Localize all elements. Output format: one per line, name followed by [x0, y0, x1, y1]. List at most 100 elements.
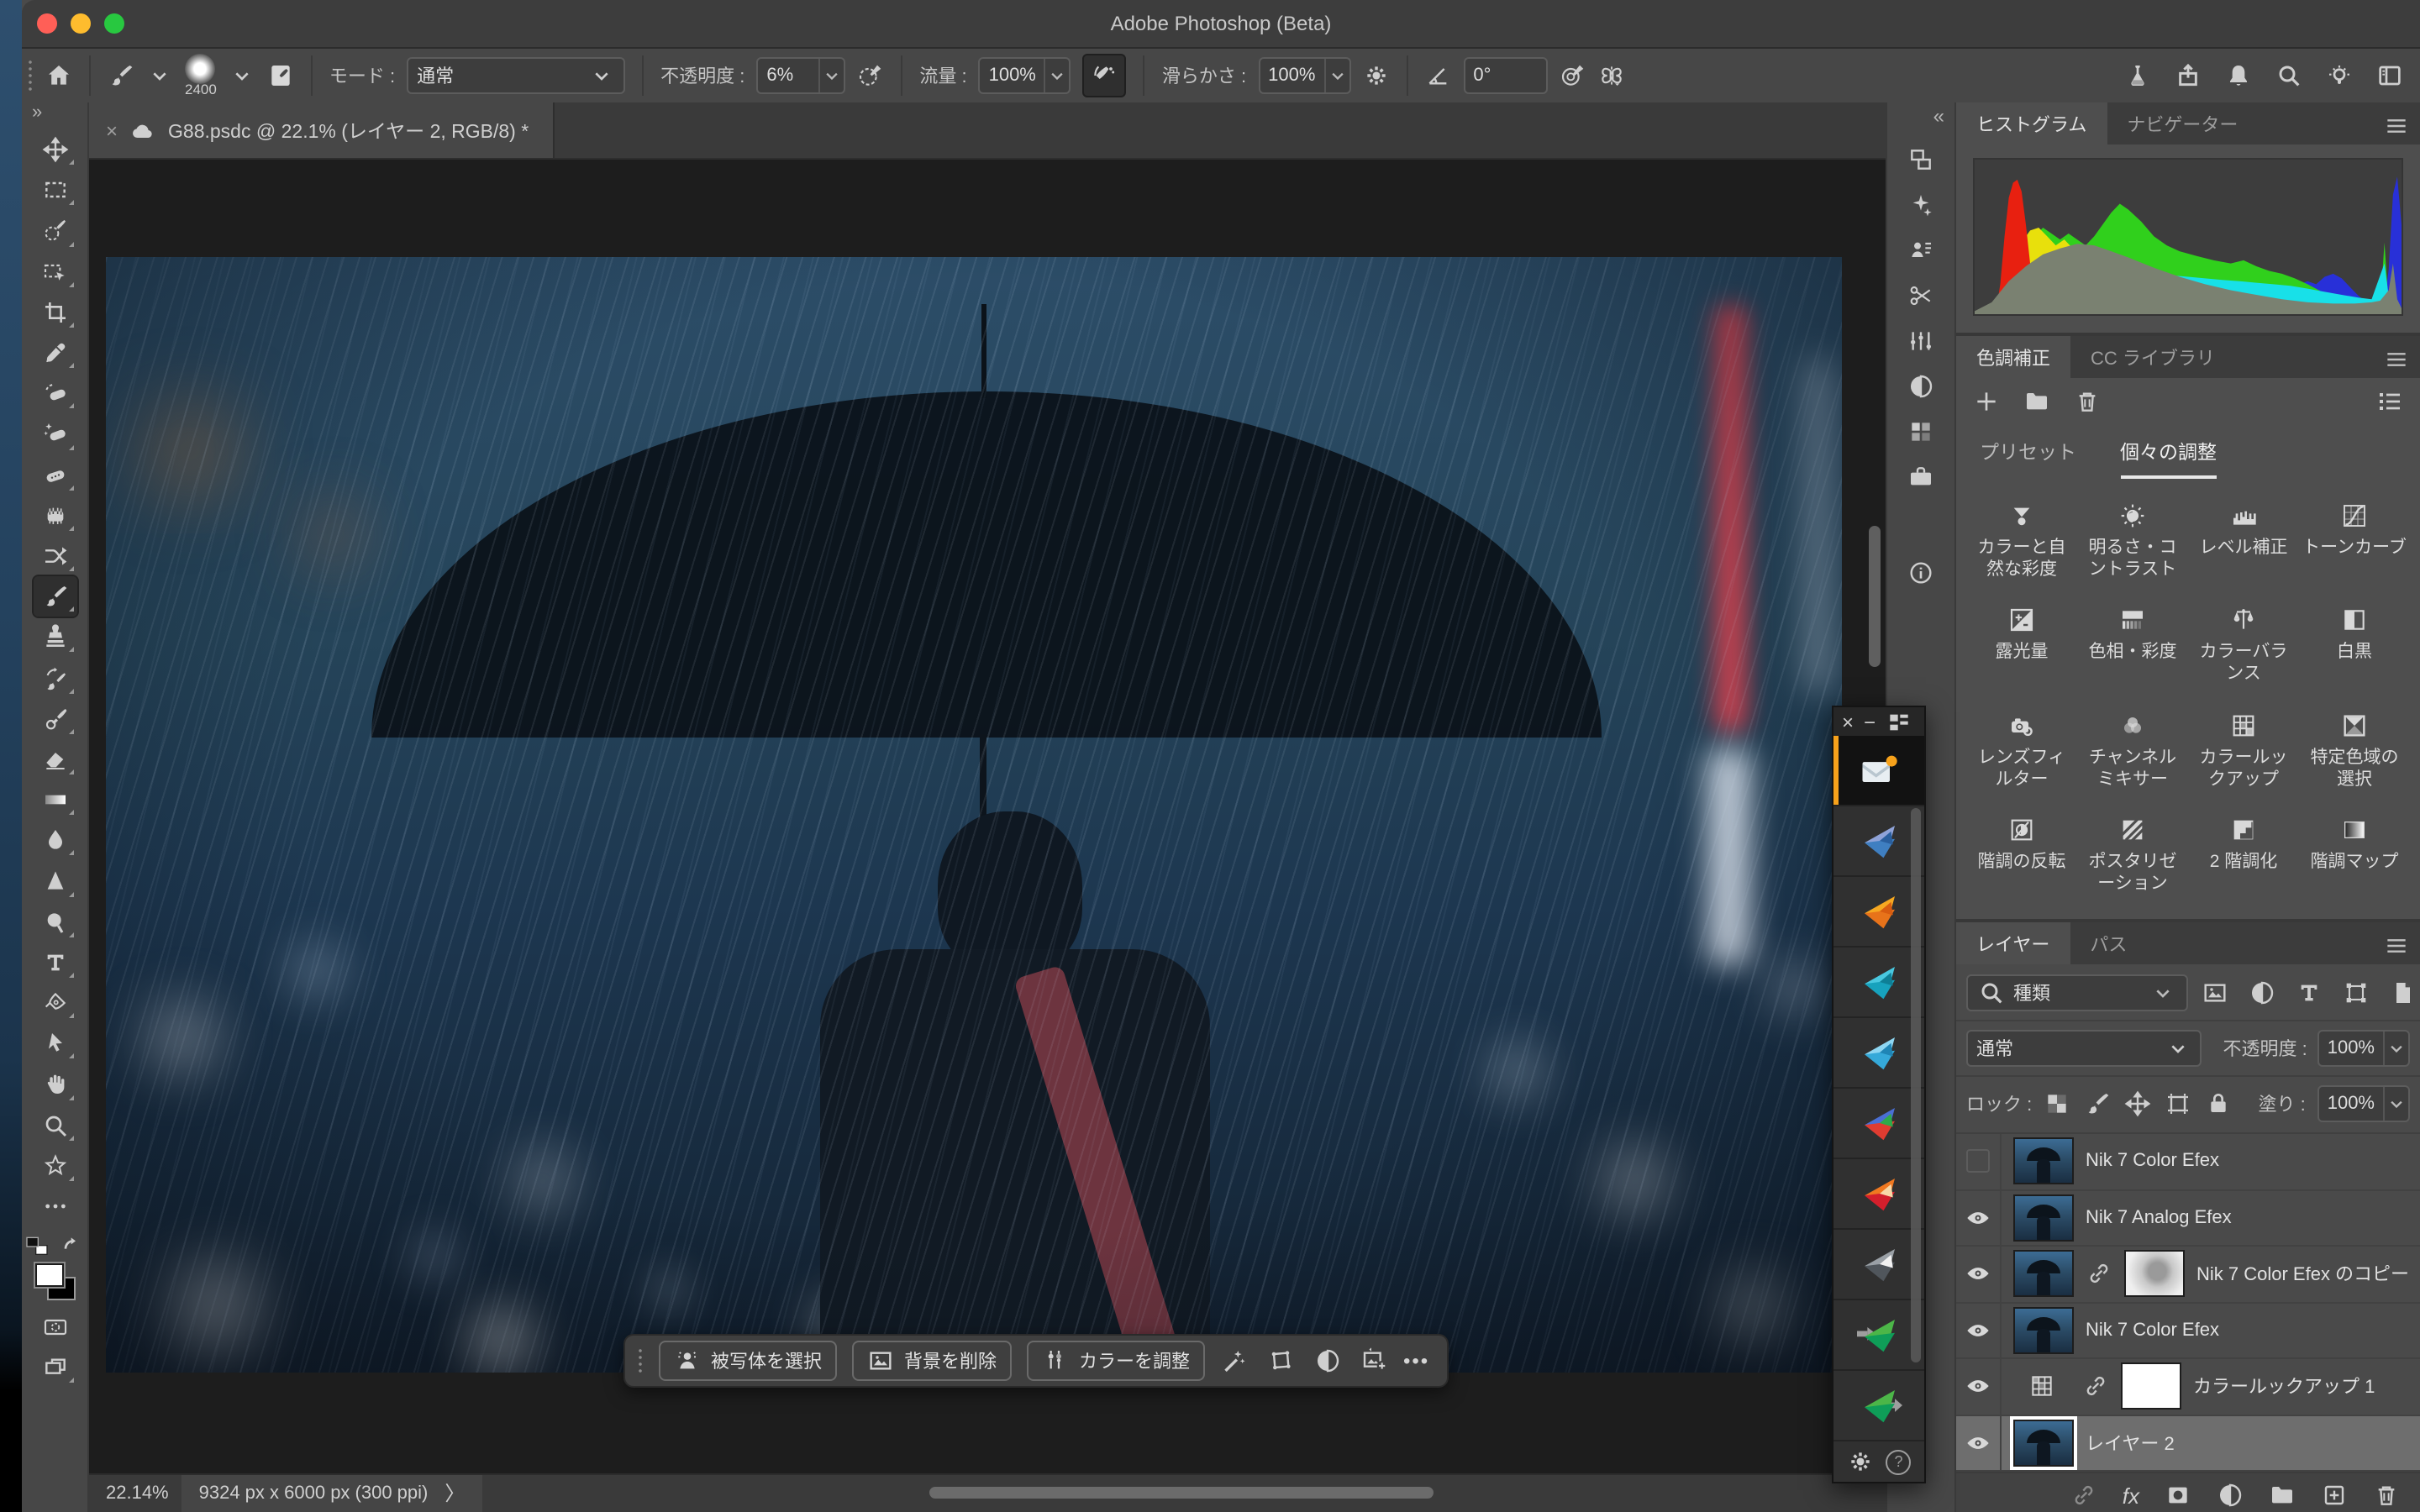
collapsed-panel-adjust[interactable] [1899, 363, 1943, 408]
chevron-down-icon[interactable] [229, 62, 255, 89]
brush-angle-field[interactable]: 0° [1463, 57, 1547, 94]
new-layer-icon[interactable] [2321, 1482, 2348, 1509]
adj-brightness-contrast[interactable]: 明るさ・コントラスト [2077, 499, 2188, 582]
collapsed-panel-actions[interactable] [1899, 272, 1943, 318]
canvas-image[interactable] [106, 257, 1842, 1373]
adj-exposure[interactable]: 露光量 [1966, 604, 2077, 687]
eyedropper-tool[interactable] [33, 333, 76, 373]
adj-gradient-map[interactable]: 階調マップ [2299, 813, 2410, 896]
delete-layer-icon[interactable] [2373, 1482, 2400, 1509]
histogram-tab-0[interactable]: ヒストグラム [1956, 102, 2107, 144]
transform-icon[interactable] [1267, 1347, 1294, 1374]
layer-name[interactable]: Nik 7 Analog Efex [2086, 1208, 2232, 1228]
layer-name[interactable]: Nik 7 Color Efex [2086, 1320, 2219, 1341]
swap-colors-icon[interactable] [59, 1233, 86, 1260]
layer-thumbnail[interactable] [2013, 1138, 2074, 1185]
select-subject-button[interactable]: 被写体を選択 [659, 1341, 837, 1381]
default-colors-icon[interactable] [24, 1233, 50, 1260]
collapsed-panel-swatches[interactable] [1899, 408, 1943, 454]
adj-photo-filter[interactable]: レンズフィルター [1966, 708, 2077, 791]
lock-transparent-icon[interactable] [2044, 1090, 2070, 1117]
search-icon[interactable] [2275, 62, 2302, 89]
adjustments-subtab-0[interactable]: プリセット [1980, 438, 2076, 479]
taskbar-drag-handle[interactable] [635, 1346, 644, 1376]
gradient-tool[interactable] [33, 780, 76, 820]
mixer-brush-tool[interactable] [33, 698, 76, 738]
filter-type-icon[interactable] [2296, 979, 2323, 1006]
filter-image-icon[interactable] [2202, 979, 2228, 1006]
layer-style-fx-icon[interactable]: fx [2123, 1484, 2139, 1506]
adjustment-icon[interactable] [1314, 1347, 1341, 1374]
brush-tool[interactable] [33, 576, 76, 617]
adj-black-white[interactable]: 白黒 [2299, 604, 2410, 687]
add-mask-icon[interactable] [2165, 1482, 2191, 1509]
layers-tab-0[interactable]: レイヤー [1956, 922, 2070, 964]
layer-name[interactable]: カラールックアップ 1 [2193, 1373, 2375, 1400]
marquee-tool[interactable] [33, 170, 76, 210]
lut-layer-icon[interactable] [2013, 1365, 2070, 1409]
layer-mask-thumbnail[interactable] [2121, 1363, 2181, 1410]
filter-adjustment-icon[interactable] [2249, 979, 2275, 1006]
layer-name[interactable]: レイヤー 2 [2086, 1430, 2175, 1457]
panel-menu-icon[interactable] [2383, 113, 2410, 139]
nik-help-icon[interactable]: ? [1886, 1449, 1912, 1474]
chevron-down-icon[interactable] [2383, 1032, 2408, 1065]
nik-output-sharpener[interactable] [1833, 1371, 1924, 1441]
adj-vibrance[interactable]: カラーと自然な彩度 [1966, 499, 2077, 582]
history-brush-tool[interactable] [33, 658, 76, 698]
chevron-down-icon[interactable] [1323, 59, 1349, 92]
eraser-tool[interactable] [33, 739, 76, 780]
close-document-icon[interactable]: × [106, 120, 118, 140]
layer-row[interactable]: カラールックアップ 1 [1956, 1359, 2420, 1415]
adjustment-swap-tool[interactable] [33, 536, 76, 576]
toolbar-collapse-chevron[interactable]: » [22, 102, 42, 129]
histogram-tab-1[interactable]: ナビゲーター [2107, 102, 2258, 144]
layer-row[interactable]: Nik 7 Analog Efex [1956, 1190, 2420, 1247]
adjustments-tab-0[interactable]: 色調補正 [1956, 336, 2070, 378]
layer-name[interactable]: Nik 7 Color Efex のコピー [2196, 1261, 2409, 1288]
beta-flask-icon[interactable] [2124, 62, 2151, 89]
nik-close-icon[interactable]: × [1842, 711, 1854, 732]
add-adjustment-icon[interactable] [1973, 388, 2000, 415]
adj-channel-mixer[interactable]: チャンネルミキサー [2077, 708, 2188, 791]
pen-tool[interactable] [33, 983, 76, 1023]
collapsed-panel-libraries[interactable] [1899, 454, 1943, 499]
adj-levels[interactable]: レベル補正 [2188, 499, 2299, 582]
generative-wand-icon[interactable] [1220, 1347, 1247, 1374]
layer-row[interactable]: Nik 7 Color Efex のコピー [1956, 1247, 2420, 1303]
layer-blend-mode-select[interactable]: 通常 [1966, 1030, 2202, 1067]
shape-tool[interactable] [33, 1145, 76, 1185]
adjustment-group-folder-icon[interactable] [2023, 388, 2050, 415]
screen-mode-button[interactable] [33, 1348, 76, 1389]
collapsed-panel-clone-source[interactable] [1899, 136, 1943, 181]
edit-toolbar[interactable] [33, 1186, 76, 1226]
adj-invert[interactable]: 階調の反転 [1966, 813, 2077, 896]
content-aware-patch-tool[interactable] [33, 495, 76, 535]
chevron-down-icon[interactable] [818, 59, 844, 92]
zoom-level[interactable]: 22.14% [106, 1483, 169, 1504]
sharpen-tool[interactable] [33, 861, 76, 901]
adj-color-lookup[interactable]: カラールックアップ [2188, 708, 2299, 791]
layer-thumbnail[interactable] [2013, 1420, 2074, 1467]
hand-tool[interactable] [33, 1064, 76, 1105]
status-chevron-icon[interactable]: 〉 [445, 1483, 465, 1504]
healing-brush-tool[interactable] [33, 373, 76, 413]
nik-preferences-gear-icon[interactable] [1847, 1448, 1874, 1475]
delete-adjustment-icon[interactable] [2074, 388, 2101, 415]
quick-mask-button[interactable] [33, 1307, 76, 1347]
adj-threshold[interactable]: 2 階調化 [2188, 813, 2299, 896]
foreground-background-swatches[interactable] [34, 1263, 75, 1300]
canvas-horizontal-scrollbar[interactable] [929, 1487, 1434, 1499]
adjust-color-button[interactable]: カラーを調整 [1027, 1341, 1205, 1381]
zoom-tool[interactable] [33, 1105, 76, 1145]
panel-menu-icon[interactable] [2383, 932, 2410, 959]
adjustments-subtab-1[interactable]: 個々の調整 [2120, 438, 2217, 479]
flow-field[interactable]: 100% [979, 57, 1071, 94]
nik-settings-layout-icon[interactable] [1886, 708, 1912, 735]
patch-tool[interactable] [33, 454, 76, 495]
chevron-down-icon[interactable] [2383, 1087, 2408, 1121]
layer-visibility-toggle[interactable] [1956, 1134, 2002, 1189]
blur-tool[interactable] [33, 820, 76, 860]
lock-paint-icon[interactable] [2084, 1090, 2111, 1117]
lock-all-icon[interactable] [2205, 1090, 2232, 1117]
